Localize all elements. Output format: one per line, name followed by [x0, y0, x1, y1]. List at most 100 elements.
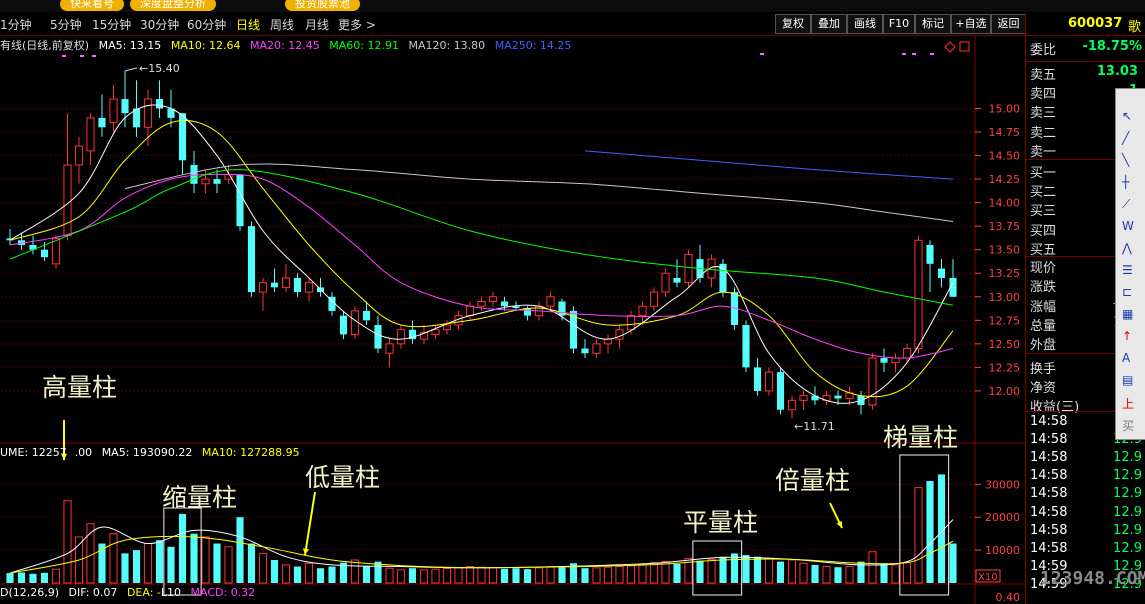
- volume-bar-down[interactable]: [316, 568, 325, 583]
- fib-tool-icon[interactable]: ☰: [1122, 263, 1133, 277]
- volume-bar-up[interactable]: [63, 500, 72, 584]
- candle-body-down[interactable]: [742, 325, 750, 368]
- grid-tool-icon[interactable]: ▦: [1122, 307, 1133, 321]
- volume-bar-down[interactable]: [500, 568, 509, 583]
- candle-body-up[interactable]: [891, 357, 900, 364]
- volume-bar-up[interactable]: [707, 558, 716, 584]
- channel-tool-icon[interactable]: ⊏: [1122, 285, 1132, 299]
- volume-bar-up[interactable]: [201, 536, 210, 584]
- volume-bar-up[interactable]: [787, 559, 797, 584]
- candle-body-up[interactable]: [304, 282, 314, 293]
- candle-body-up[interactable]: [626, 315, 636, 331]
- candle-body-up[interactable]: [684, 253, 693, 284]
- volume-bar-up[interactable]: [143, 543, 153, 584]
- volume-bar-up[interactable]: [350, 559, 360, 584]
- volume-bar-down[interactable]: [40, 572, 49, 583]
- volume-bar-up[interactable]: [764, 557, 774, 584]
- candle-body-up[interactable]: [546, 296, 555, 307]
- candle-body-up[interactable]: [281, 277, 291, 288]
- candle-body-down[interactable]: [40, 249, 49, 258]
- volume-bar-up[interactable]: [396, 569, 406, 584]
- volume-bar-down[interactable]: [673, 563, 681, 583]
- volume-bar-down[interactable]: [132, 550, 141, 583]
- diamond-marker-icon[interactable]: [944, 41, 956, 53]
- candle-body-down[interactable]: [500, 301, 509, 307]
- candle-body-up[interactable]: [764, 371, 774, 392]
- volume-bar-up[interactable]: [304, 562, 314, 584]
- candle-body-down[interactable]: [247, 226, 256, 293]
- volume-bar-up[interactable]: [419, 569, 429, 584]
- volume-bar-down[interactable]: [213, 543, 221, 583]
- volume-bar-up[interactable]: [868, 551, 877, 584]
- buy-mark-tool-icon[interactable]: 买: [1122, 417, 1134, 434]
- volume-bar-up[interactable]: [626, 565, 636, 584]
- candle-body-up[interactable]: [396, 329, 406, 345]
- volume-bar-down[interactable]: [926, 481, 934, 583]
- volume-bar-down[interactable]: [408, 568, 417, 583]
- candle-body-up[interactable]: [86, 117, 95, 152]
- volume-bar-up[interactable]: [638, 563, 647, 584]
- candle-body-down[interactable]: [293, 277, 302, 293]
- volume-bar-up[interactable]: [258, 552, 268, 584]
- candle-body-down[interactable]: [190, 164, 198, 184]
- volume-bar-up[interactable]: [454, 567, 463, 584]
- volume-bar-up[interactable]: [109, 533, 118, 584]
- volume-bar-down[interactable]: [776, 561, 785, 583]
- candle-body-down[interactable]: [834, 395, 842, 399]
- volume-bar-up[interactable]: [546, 566, 555, 584]
- volume-bar-up[interactable]: [431, 568, 440, 584]
- volume-bar-down[interactable]: [719, 556, 727, 583]
- candle-body-down[interactable]: [374, 325, 382, 349]
- candle-body-up[interactable]: [488, 296, 498, 302]
- volume-bar-up[interactable]: [385, 567, 394, 584]
- volume-bar-down[interactable]: [523, 569, 532, 583]
- candle-body-up[interactable]: [661, 272, 670, 293]
- candle-body-down[interactable]: [362, 310, 371, 321]
- volume-bar-up[interactable]: [822, 566, 831, 584]
- text-tool-icon[interactable]: A: [1122, 351, 1130, 365]
- cursor-tool-icon[interactable]: ↖: [1122, 109, 1132, 123]
- candle-body-up[interactable]: [914, 239, 923, 350]
- candle-body-up[interactable]: [63, 164, 72, 237]
- candle-body-down[interactable]: [121, 99, 129, 114]
- volume-bar-up[interactable]: [845, 566, 854, 584]
- candle-body-down[interactable]: [673, 277, 681, 283]
- candle-body-up[interactable]: [385, 343, 394, 354]
- volume-bar-down[interactable]: [29, 573, 37, 583]
- volume-bar-down[interactable]: [155, 540, 164, 583]
- up-arrow-tool-icon[interactable]: ↑: [1122, 329, 1132, 343]
- up-mark-tool-icon[interactable]: 上: [1122, 395, 1134, 412]
- volume-bar-down[interactable]: [581, 568, 589, 583]
- volume-bar-up[interactable]: [488, 567, 498, 584]
- volume-bar-down[interactable]: [949, 543, 957, 583]
- square-marker-icon[interactable]: [959, 41, 970, 52]
- volume-bar-down[interactable]: [512, 568, 520, 583]
- candle-body-down[interactable]: [937, 268, 946, 278]
- volume-bar-up[interactable]: [799, 562, 808, 584]
- volume-bar-down[interactable]: [293, 566, 302, 583]
- volume-bar-up[interactable]: [477, 566, 486, 584]
- volume-bar-down[interactable]: [121, 553, 129, 583]
- candle-body-down[interactable]: [512, 306, 520, 309]
- candle-body-up[interactable]: [799, 395, 808, 401]
- volume-bar-down[interactable]: [236, 517, 244, 583]
- line-tool-icon[interactable]: ╱: [1122, 131, 1129, 145]
- volume-bar-down[interactable]: [178, 513, 187, 583]
- candle-body-up[interactable]: [638, 305, 647, 317]
- volume-bar-down[interactable]: [558, 567, 566, 583]
- candle-body-up[interactable]: [109, 98, 118, 124]
- volume-bar-up[interactable]: [649, 562, 659, 584]
- volume-bar-up[interactable]: [592, 567, 601, 584]
- wave-tool-icon[interactable]: W: [1122, 219, 1134, 233]
- segment-tool-icon[interactable]: ╲: [1122, 153, 1129, 167]
- volume-bar-down[interactable]: [730, 553, 739, 583]
- note-tool-icon[interactable]: ▤: [1122, 373, 1133, 387]
- volume-bar-up[interactable]: [534, 567, 544, 584]
- order-book-row[interactable]: 卖五 13.03: [1028, 64, 1145, 83]
- volume-bar-down[interactable]: [167, 546, 175, 583]
- candle-body-up[interactable]: [442, 324, 452, 331]
- volume-bar-up[interactable]: [902, 562, 912, 584]
- candle-body-up[interactable]: [603, 338, 613, 345]
- candle-body-up[interactable]: [431, 329, 440, 335]
- candle-body-up[interactable]: [787, 399, 797, 411]
